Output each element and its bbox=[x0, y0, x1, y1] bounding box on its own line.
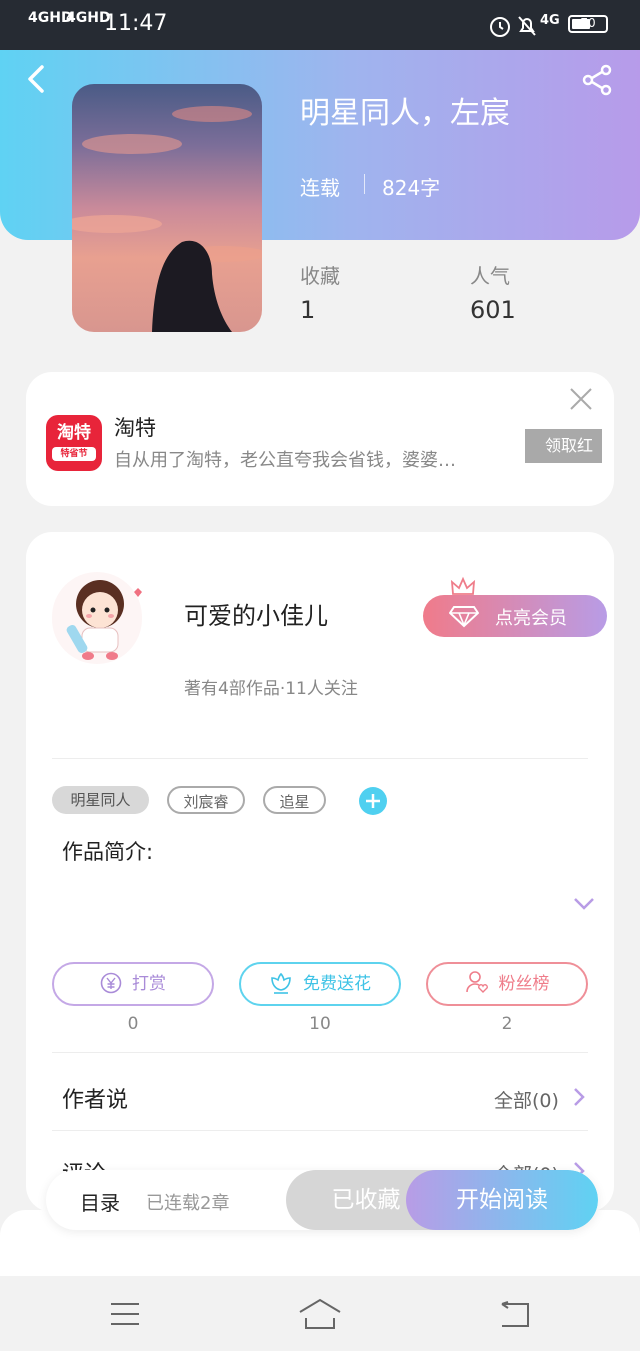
tag-chip[interactable]: 刘宸睿 bbox=[167, 786, 245, 814]
battery-icon: 70 bbox=[568, 15, 608, 33]
popularity-label: 人气 bbox=[470, 264, 510, 288]
back-icon[interactable] bbox=[24, 64, 50, 94]
catalog-button[interactable]: 目录 bbox=[80, 1187, 120, 1216]
divider bbox=[52, 1130, 588, 1131]
book-title: 明星同人，左宸 bbox=[300, 96, 510, 131]
status-time: 11:47 bbox=[104, 11, 168, 36]
fan-ranking-button[interactable]: 粉丝榜 bbox=[426, 962, 588, 1006]
chevron-right-icon[interactable] bbox=[572, 1086, 586, 1108]
favorites-label: 收藏 bbox=[300, 264, 340, 288]
tag-chip[interactable]: 追星 bbox=[263, 786, 326, 814]
popularity-count: 601 bbox=[470, 296, 516, 324]
divider bbox=[52, 1052, 588, 1053]
home-icon[interactable] bbox=[298, 1298, 342, 1330]
alarm-icon bbox=[490, 17, 510, 37]
share-icon[interactable] bbox=[582, 64, 614, 96]
send-flower-label: 免费送花 bbox=[303, 974, 371, 994]
system-nav-bar bbox=[0, 1276, 640, 1351]
mute-bell-icon bbox=[518, 16, 536, 36]
app-logo-text: 淘特 bbox=[57, 423, 91, 443]
author-says-label: 作者说 bbox=[62, 1088, 129, 1113]
ad-cta-button[interactable]: 领取红 bbox=[525, 429, 602, 463]
back-nav-icon[interactable] bbox=[498, 1300, 530, 1328]
cover-image bbox=[72, 106, 262, 332]
ad-app-name: 淘特 bbox=[114, 416, 156, 440]
status-bar: 4GHD 4GHD 11:47 4G 70 bbox=[0, 0, 640, 50]
coin-icon bbox=[100, 972, 122, 994]
avatar-illustration bbox=[66, 580, 142, 660]
fan-count: 2 bbox=[501, 1014, 513, 1034]
menu-icon[interactable] bbox=[110, 1302, 140, 1326]
diamond-icon bbox=[449, 606, 479, 628]
book-cover[interactable] bbox=[72, 84, 262, 332]
intro-label: 作品简介: bbox=[62, 840, 154, 864]
member-button[interactable]: 点亮会员 bbox=[423, 595, 607, 637]
reward-label: 打赏 bbox=[132, 974, 166, 994]
author-avatar[interactable] bbox=[52, 572, 142, 664]
favorites-count: 1 bbox=[300, 296, 316, 324]
battery-level: 70 bbox=[580, 16, 596, 30]
send-flower-button[interactable]: 免费送花 bbox=[239, 962, 401, 1006]
fan-icon bbox=[465, 971, 488, 993]
author-name[interactable]: 可爱的小佳儿 bbox=[184, 596, 328, 631]
reward-button[interactable]: 打赏 bbox=[52, 962, 214, 1006]
bottom-action-bar: 目录 已连载2章 已收藏 开始阅读 bbox=[46, 1170, 598, 1230]
flower-count: 10 bbox=[309, 1014, 331, 1034]
member-button-label: 点亮会员 bbox=[495, 608, 567, 629]
book-status: 连载 bbox=[300, 176, 340, 200]
add-tag-icon[interactable] bbox=[358, 786, 388, 816]
start-reading-button[interactable]: 开始阅读 bbox=[406, 1170, 598, 1230]
chapter-count: 已连载2章 bbox=[146, 1193, 230, 1214]
reward-count: 0 bbox=[127, 1014, 139, 1034]
ad-description: 自从用了淘特，老公直夸我会省钱，婆婆… bbox=[114, 450, 456, 471]
tag-chip[interactable]: 明星同人 bbox=[52, 786, 149, 814]
app-logo-subtext: 特省节 bbox=[52, 447, 96, 461]
status-divider bbox=[364, 174, 365, 194]
author-says-all-link[interactable]: 全部(0) bbox=[494, 1086, 559, 1113]
flower-icon bbox=[271, 972, 291, 994]
chevron-down-icon[interactable] bbox=[572, 896, 596, 912]
network-type: 4G bbox=[540, 13, 560, 28]
author-meta: 著有4部作品·11人关注 bbox=[184, 679, 358, 699]
fan-ranking-label: 粉丝榜 bbox=[498, 974, 550, 994]
divider bbox=[52, 758, 588, 759]
book-word-count: 824字 bbox=[382, 176, 441, 200]
app-logo: 淘特 特省节 bbox=[46, 415, 102, 471]
close-ad-icon[interactable] bbox=[568, 386, 594, 412]
